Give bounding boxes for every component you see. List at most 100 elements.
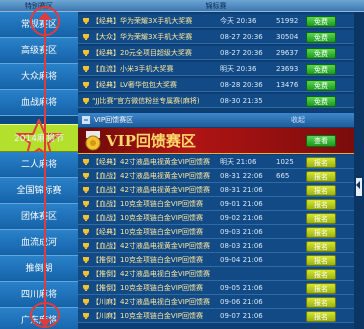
register-button[interactable]: 报名 [306,241,336,252]
trophy-icon [83,173,89,179]
sidebar-item-two-player[interactable]: 二人麻将 [0,152,78,178]
sidebar-item-national[interactable]: 全国锦标赛 [0,178,78,204]
player-count: 29637 [276,49,299,57]
player-count: 23693 [276,65,299,73]
sidebar-item-label: 团体赛区 [20,212,57,222]
annotation-circle [30,302,60,328]
match-time: 09-06 21:06 [220,298,263,306]
trophy-icon [83,313,89,319]
sidebar-item-advanced[interactable]: 高级赛区 [0,38,78,64]
list-item[interactable]: “JJ比赛”官方微信粉丝专属赛(麻将) 08-30 21:35 免费 [78,94,354,108]
list-item[interactable]: 【血战】42寸液晶电视黄金VIP回馈赛 08-03 21:06 报名 [78,239,354,253]
trophy-icon [83,215,89,221]
list-item[interactable]: 【血战】42寸液晶电视黄金VIP回馈赛 08-31 21:06 报名 [78,183,354,197]
match-name: 【血战】10克金项链白金VIP回馈赛 [92,214,203,222]
register-button[interactable]: 报名 [306,227,336,238]
list-item[interactable]: 【推倒】42寸液晶电视白金VIP回馈赛 报名 [78,267,354,281]
match-name: 【血战】42寸液晶电视黄金VIP回馈赛 [92,186,210,194]
list-item[interactable]: 【川麻】10克金项链白金VIP回馈赛 09-07 21:06 报名 [78,309,354,323]
trophy-icon [83,257,89,263]
match-name: 【推倒】10克金项链白金VIP回馈赛 [92,256,203,264]
match-name: 【川麻】10克金项链白金VIP回馈赛 [92,312,203,320]
register-button[interactable]: 报名 [306,171,336,182]
sidebar: 常规赛区 高级赛区 大众麻将 血战麻将 2014麻将节 二人麻将 全国锦标赛 团… [0,12,78,329]
scrollbar[interactable] [354,12,364,329]
trophy-icon [83,82,89,88]
free-button[interactable]: 免费 [306,32,336,43]
view-button[interactable]: 查看 [306,135,336,147]
match-name: 【经典】10克金项链白金VIP回馈赛 [92,228,203,236]
match-name: 【血战】42寸液晶电视黄金VIP回馈赛 [92,242,210,250]
match-time: 明天 21:06 [220,158,257,166]
sidebar-item-tuidaohu[interactable]: 推倒胡 [0,256,78,282]
vip-banner: VIP回馈赛区 查看 [78,128,354,154]
match-name: 【经典】LV奢华包包大奖赛 [92,81,177,89]
trophy-icon [83,98,89,104]
trophy-icon [83,285,89,291]
match-name: 【经典】20元全项目超级大奖赛 [92,49,192,57]
sidebar-item-team[interactable]: 团体赛区 [0,204,78,230]
match-name: 【血战】10克金项链白金VIP回馈赛 [92,200,203,208]
list-item[interactable]: 【经典】华为荣耀3X手机大奖赛 今天 20:36 51992 免费 [78,14,354,28]
match-name: 【大众】华为荣耀3X手机大奖赛 [92,33,193,41]
match-time: 今天 20:36 [220,17,257,25]
free-button[interactable]: 免费 [306,96,336,107]
list-item[interactable]: 【经典】LV奢华包包大奖赛 08-28 20:36 13476 免费 [78,78,354,92]
match-time: 09-04 21:06 [220,256,263,264]
list-item[interactable]: 【血战】10克金项链白金VIP回馈赛 09-02 21:06 报名 [78,211,354,225]
list-item[interactable]: 【大众】华为荣耀3X手机大奖赛 08-27 20:36 30504 免费 [78,30,354,44]
free-button[interactable]: 免费 [306,64,336,75]
match-name: 【推倒】10克金项链白金VIP回馈赛 [92,284,203,292]
match-name: 【川麻】42寸液晶电视白金VIP回馈赛 [92,298,210,306]
trophy-icon [83,50,89,56]
trophy-icon [83,201,89,207]
register-button[interactable]: 报名 [306,255,336,266]
sidebar-item-label: 推倒胡 [25,264,53,274]
register-button[interactable]: 报名 [306,283,336,294]
sidebar-item-popular[interactable]: 大众麻将 [0,64,78,90]
list-item[interactable]: 【川麻】42寸液晶电视白金VIP回馈赛 09-06 21:06 报名 [78,295,354,309]
trophy-icon [83,243,89,249]
register-button[interactable]: 报名 [306,213,336,224]
sidebar-item-label: 四川麻将 [20,290,57,300]
sidebar-item-bloodbattle[interactable]: 血战麻将 [0,90,78,116]
match-name: 【经典】华为荣耀3X手机大奖赛 [92,17,193,25]
list-item[interactable]: 【血战】42寸液晶电视黄金VIP回馈赛 08-31 22:06 665 报名 [78,169,354,183]
sidebar-item-bloodriver[interactable]: 血流成河 [0,230,78,256]
sidebar-item-label: 高级赛区 [20,46,57,56]
sidebar-item-label: 二人麻将 [20,160,57,170]
list-item[interactable]: 【血战】10克金项链白金VIP回馈赛 09-01 21:06 报名 [78,197,354,211]
free-button[interactable]: 免费 [306,80,336,91]
register-button[interactable]: 报名 [306,199,336,210]
match-time: 09-05 21:06 [220,284,263,292]
sidebar-item-label: 2014麻将节 [14,134,64,144]
register-button[interactable]: 报名 [306,311,336,322]
sidebar-item-label: 大众麻将 [20,72,57,82]
register-button[interactable]: 报名 [306,297,336,308]
list-item[interactable]: 【推倒】10克金项链白金VIP回馈赛 09-04 21:06 报名 [78,253,354,267]
match-time: 08-31 21:06 [220,186,263,194]
collapse-arrow-icon[interactable] [356,181,360,189]
match-name: 【血战】42寸液晶电视黄金VIP回馈赛 [92,172,210,180]
list-item[interactable]: 【经典】42寸液晶电视黄金VIP回馈赛 明天 21:06 1025 报名 [78,155,354,169]
list-item[interactable]: 【经典】20元全项目超级大奖赛 08-27 20:36 29637 免费 [78,46,354,60]
list-item[interactable]: 【经典】10克金项链白金VIP回馈赛 09-03 21:06 报名 [78,225,354,239]
list-item[interactable]: 【血流】小米3手机大奖赛 明天 20:36 23693 免费 [78,62,354,76]
section-header-vip[interactable]: VIP回馈赛区 收起 [78,113,354,127]
match-time: 08-03 21:06 [220,242,263,250]
register-button[interactable]: 报名 [306,269,336,280]
free-button[interactable]: 免费 [306,48,336,59]
trophy-icon [83,229,89,235]
free-button[interactable]: 免费 [306,16,336,27]
match-time: 09-01 21:06 [220,200,263,208]
collapse-link[interactable]: 收起 [291,113,305,127]
medal-icon [85,131,101,151]
register-button[interactable]: 报名 [306,157,336,168]
sidebar-item-label: 血流成河 [20,238,57,248]
trophy-icon [83,271,89,277]
player-count: 13476 [276,81,299,89]
match-name: 【推倒】42寸液晶电视白金VIP回馈赛 [92,270,210,278]
list-item[interactable]: 【推倒】10克金项链白金VIP回馈赛 09-05 21:06 报名 [78,281,354,295]
sidebar-item-festival[interactable]: 2014麻将节 [0,119,78,159]
register-button[interactable]: 报名 [306,185,336,196]
